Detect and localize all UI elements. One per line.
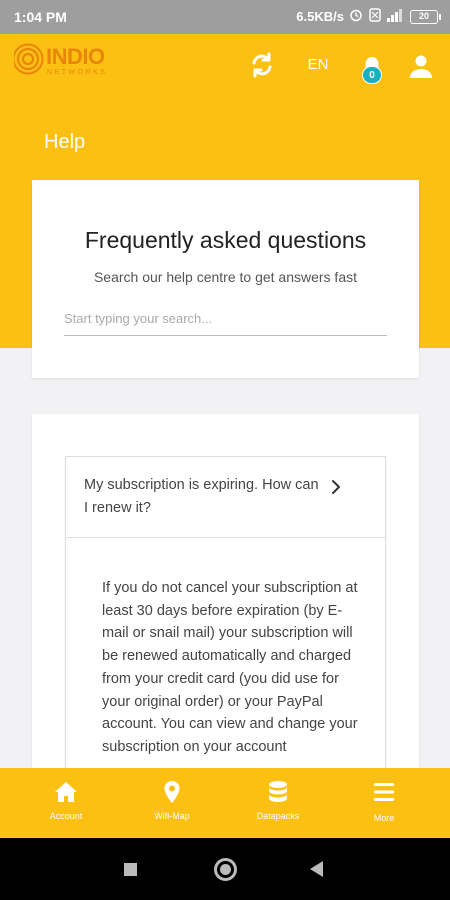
nav-more-label: More	[373, 813, 395, 823]
back-button[interactable]	[310, 861, 323, 877]
home-button[interactable]	[214, 858, 237, 881]
profile-button[interactable]	[407, 52, 435, 80]
faq-question-header[interactable]: My subscription is expiring. How can I r…	[66, 457, 385, 538]
app-bar: INDIO NETWORKS EN 0	[0, 34, 450, 98]
no-sim-icon	[368, 8, 382, 25]
battery-icon: 20	[410, 9, 441, 24]
alarm-icon	[349, 8, 363, 25]
nav-datapacks[interactable]: Datapacks	[238, 768, 318, 838]
bottom-navigation: Account Wifi-Map Datapacks More	[0, 768, 450, 838]
system-navigation-bar	[0, 838, 450, 900]
faq-accordion-item: My subscription is expiring. How can I r…	[65, 456, 386, 786]
nav-wifi-map[interactable]: Wifi-Map	[132, 768, 212, 838]
refresh-button[interactable]	[248, 51, 276, 79]
faq-question: My subscription is expiring. How can I r…	[84, 477, 319, 516]
status-bar: 1:04 PM 6.5KB/s 20	[0, 0, 450, 34]
nav-datapacks-label: Datapacks	[256, 811, 300, 821]
status-time: 1:04 PM	[14, 9, 67, 25]
page-title: Help	[44, 131, 86, 153]
nav-account[interactable]: Account	[26, 768, 106, 838]
faq-title: Frequently asked questions	[84, 227, 367, 253]
language-selector[interactable]: EN	[300, 56, 336, 73]
menu-icon	[374, 783, 394, 801]
signal-icon	[387, 8, 405, 25]
network-speed: 6.5KB/s	[296, 9, 344, 24]
faq-answer: If you do not cancel your subscription a…	[102, 580, 358, 755]
map-pin-icon	[164, 781, 180, 803]
logo-text: INDIO	[46, 44, 105, 69]
nav-account-label: Account	[49, 811, 83, 821]
nav-more[interactable]: More	[344, 768, 424, 838]
refresh-icon	[252, 52, 272, 78]
recents-button[interactable]	[124, 863, 137, 876]
home-icon	[55, 782, 77, 802]
status-icons: 6.5KB/s 20	[296, 8, 441, 25]
nav-wifi-map-label: Wifi-Map	[154, 811, 190, 821]
logo-subtext: NETWORKS	[47, 69, 108, 76]
faq-subtitle: Search our help centre to get answers fa…	[93, 269, 358, 285]
notification-badge: 0	[362, 66, 382, 84]
faq-list-card: My subscription is expiring. How can I r…	[32, 414, 419, 786]
database-icon	[269, 781, 287, 802]
faq-search-card: Frequently asked questions Search our he…	[32, 180, 419, 378]
user-icon	[410, 55, 432, 78]
search-input[interactable]	[64, 302, 387, 336]
indio-logo: INDIO NETWORKS	[14, 42, 134, 82]
chevron-right-icon	[332, 480, 340, 494]
